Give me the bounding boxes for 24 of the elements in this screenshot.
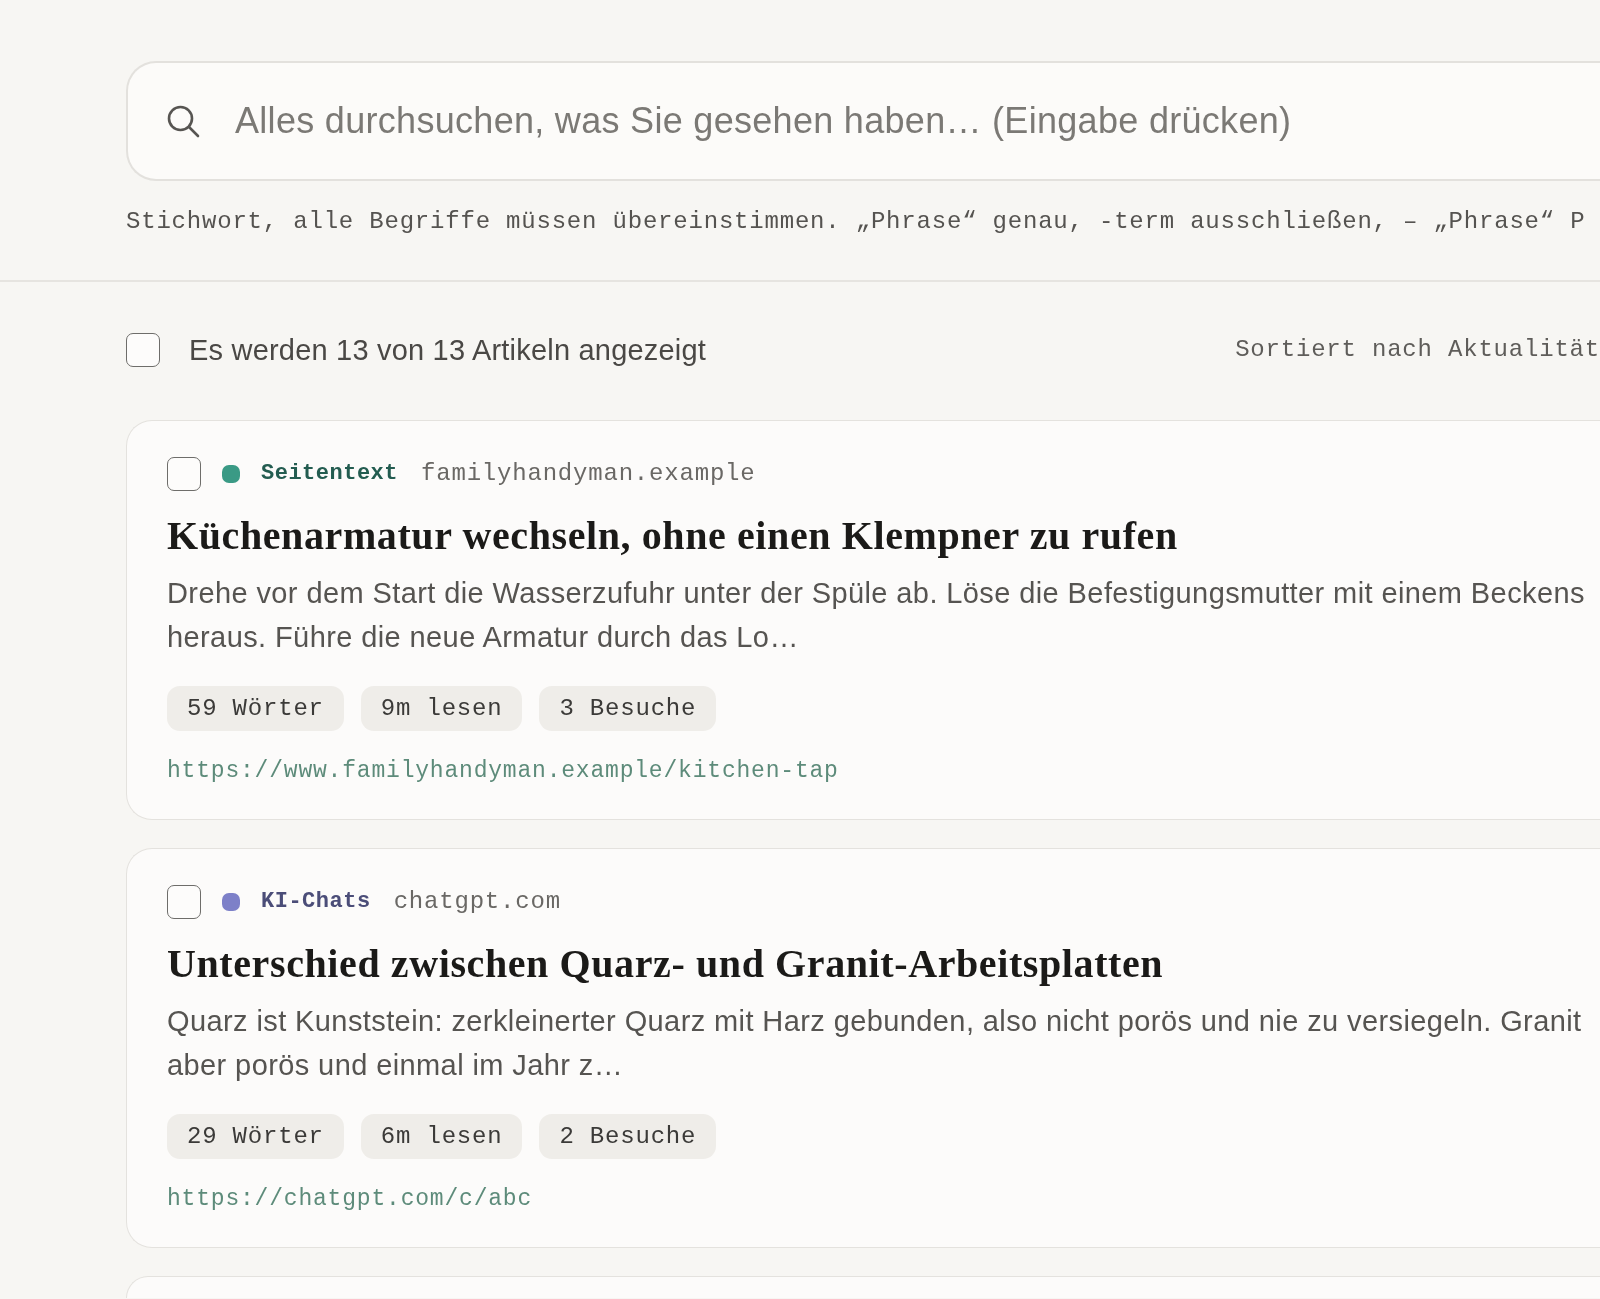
search-hint: Stichwort, alle Begriffe müssen übereinstimmen. „Phrase“ genau, -term ausschließen, – „Phrase“ P — [126, 207, 1586, 237]
article-title[interactable]: Küchenarmatur wechseln, ohne einen Klempner zu rufen — [167, 513, 1178, 559]
article-excerpt: Drehe vor dem Start die Wasserzufuhr unter der Spüle ab. Löse die Befestigungsmutter mit einem Beckens heraus. Führe die neue Armatur durch das Lo… — [167, 576, 1585, 655]
source-label: Seitentext — [261, 460, 399, 488]
sort-label[interactable]: Sortiert nach Aktualität — [1235, 334, 1600, 366]
stat-chip: 3 Besuche — [539, 686, 717, 731]
search-field[interactable]: Alles durchsuchen, was Sie gesehen haben… (Eingabe drücken) — [126, 61, 1600, 181]
article-excerpt: Quarz ist Kunststein: zerkleinerter Quarz mit Harz gebunden, also nicht porös und nie zu versiegeln. Granit aber porös und einmal im Jahr z… — [167, 1004, 1582, 1083]
stat-chip: 29 Wörter — [167, 1114, 344, 1159]
source-label: KI-Chats — [261, 888, 371, 916]
stat-chip: 9m lesen — [360, 686, 523, 731]
stat-chip: 6m lesen — [360, 1114, 523, 1159]
checkbox[interactable] — [167, 885, 201, 919]
stat-chip: 59 Wörter — [167, 686, 344, 731]
domain-text: chatgpt.com — [393, 887, 561, 917]
stat-chip: 2 Besuche — [539, 1114, 717, 1159]
search-icon — [166, 104, 200, 138]
article-link[interactable]: https://chatgpt.com/c/abc — [167, 1183, 533, 1215]
checkbox[interactable] — [126, 333, 160, 367]
domain-text: familyhandyman.example — [421, 459, 756, 489]
article-link[interactable]: https://www.familyhandyman.example/kitchen-tap — [167, 755, 839, 787]
checkbox[interactable] — [167, 457, 201, 491]
result-count: Es werden 13 von 13 Artikeln angezeigt — [189, 333, 707, 368]
article-title[interactable]: Unterschied zwischen Quarz- und Granit-Arbeitsplatten — [167, 941, 1164, 987]
